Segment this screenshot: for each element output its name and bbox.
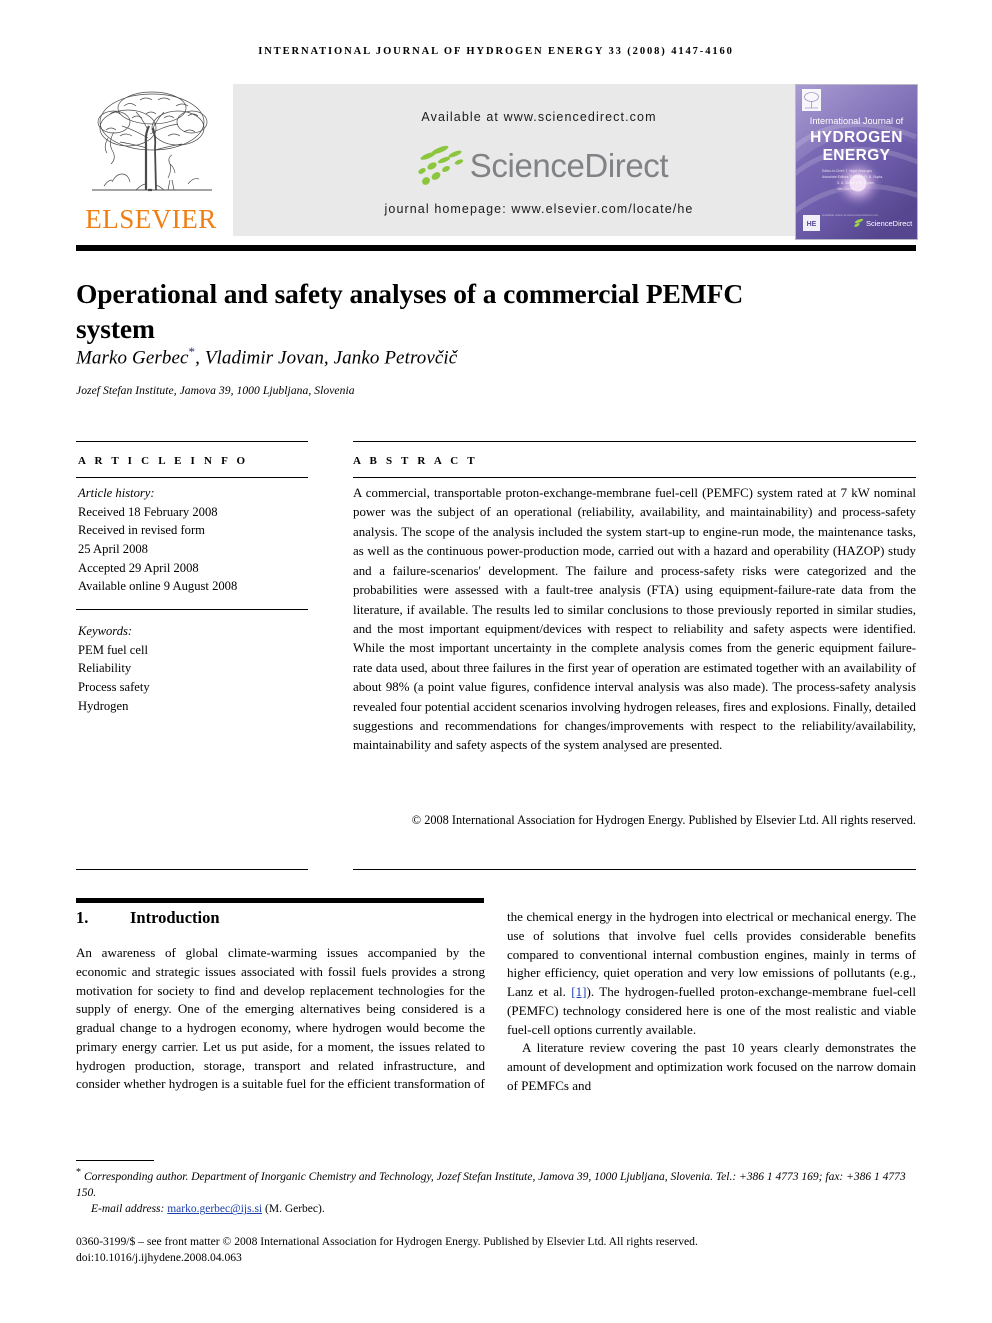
journal-cover-thumbnail: International Journal of HYDROGEN ENERGY… bbox=[795, 84, 918, 240]
article-history-block: Article history: Received 18 February 20… bbox=[78, 484, 308, 596]
section-heading-introduction: 1. Introduction bbox=[76, 908, 484, 928]
article-info-bottom-rule bbox=[76, 869, 308, 870]
sciencedirect-wordmark: ScienceDirect bbox=[469, 147, 669, 184]
imprint-block: 0360-3199/$ – see front matter © 2008 In… bbox=[76, 1234, 936, 1267]
author-names: Marko Gerbec bbox=[76, 347, 189, 369]
svg-text:International Journal of: International Journal of bbox=[810, 116, 904, 126]
svg-text:ENERGY: ENERGY bbox=[823, 147, 891, 164]
abstract-top-rule bbox=[353, 441, 916, 442]
svg-text:HE: HE bbox=[807, 221, 817, 228]
running-head: INTERNATIONAL JOURNAL OF HYDROGEN ENERGY… bbox=[258, 46, 734, 57]
elsevier-tree-icon bbox=[84, 86, 220, 204]
email-link[interactable]: marko.gerbec@ijs.si bbox=[167, 1203, 262, 1215]
history-item: 25 April 2008 bbox=[78, 541, 148, 556]
corresponding-author-text: Corresponding author. Department of Inor… bbox=[76, 1170, 906, 1200]
history-item: Received 18 February 2008 bbox=[78, 504, 218, 519]
asterisk-icon: * bbox=[76, 1167, 81, 1178]
svg-text:Jon-Chi Lin: Jon-Chi Lin bbox=[837, 187, 854, 191]
svg-text:S. A. Sherif, J. M. Ogden,: S. A. Sherif, J. M. Ogden, bbox=[837, 181, 875, 185]
svg-text:Available online at www.scienc: Available online at www.sciencedirect.co… bbox=[822, 213, 879, 217]
elsevier-logo: ELSEVIER bbox=[76, 84, 226, 239]
issn-line: 0360-3199/$ – see front matter © 2008 In… bbox=[76, 1235, 698, 1248]
paragraph: A literature review covering the past 10… bbox=[507, 1040, 916, 1094]
author-names-rest: , Vladimir Jovan, Janko Petrovčič bbox=[195, 347, 458, 369]
author-list: Marko Gerbec*, Vladimir Jovan, Janko Pet… bbox=[76, 344, 836, 369]
article-info-heading-rule bbox=[76, 477, 308, 478]
footnote-divider-rule bbox=[76, 1160, 154, 1161]
keyword-item: PEM fuel cell bbox=[78, 642, 148, 657]
section-number: 1. bbox=[76, 908, 89, 927]
abstract-heading: A B S T R A C T bbox=[353, 455, 478, 467]
keyword-item: Hydrogen bbox=[78, 698, 129, 713]
journal-homepage-text: journal homepage: www.elsevier.com/locat… bbox=[384, 202, 694, 216]
abstract-bottom-rule bbox=[353, 869, 916, 870]
abstract-copyright: © 2008 International Association for Hyd… bbox=[411, 813, 916, 827]
svg-text:Associate Editors: F. Barbir,: Associate Editors: F. Barbir, R. B. Gupt… bbox=[822, 175, 883, 179]
svg-text:HYDROGEN: HYDROGEN bbox=[810, 129, 903, 146]
abstract-text: A commercial, transportable proton-excha… bbox=[353, 486, 916, 753]
svg-text:ScienceDirect: ScienceDirect bbox=[866, 219, 913, 228]
history-item: Accepted 29 April 2008 bbox=[78, 560, 199, 575]
corresponding-author-footnote: * Corresponding author. Department of Ino… bbox=[76, 1166, 916, 1201]
elsevier-wordmark: ELSEVIER bbox=[85, 204, 217, 234]
masthead: ELSEVIER Available at www.sciencedirect.… bbox=[76, 84, 918, 240]
article-history-label: Article history: bbox=[78, 486, 155, 500]
masthead-bottom-rule bbox=[76, 245, 916, 251]
paragraph: the chemical energy in the hydrogen into… bbox=[507, 908, 916, 1039]
citation-link-1[interactable]: [1] bbox=[571, 984, 586, 999]
keywords-label: Keywords: bbox=[78, 624, 133, 638]
keyword-item: Process safety bbox=[78, 679, 150, 694]
sciencedirect-logo: ScienceDirect bbox=[233, 140, 845, 192]
affiliation: Jozef Stefan Institute, Jamova 39, 1000 … bbox=[76, 384, 355, 397]
page-title: Operational and safety analyses of a com… bbox=[76, 278, 744, 345]
body-column-left: An awareness of global climate-warming i… bbox=[76, 944, 485, 1094]
abstract-heading-rule bbox=[353, 477, 916, 478]
paragraph: An awareness of global climate-warming i… bbox=[76, 945, 485, 1092]
history-item: Received in revised form bbox=[78, 523, 205, 538]
footnotes-block: * Corresponding author. Department of Ino… bbox=[76, 1166, 916, 1218]
email-owner: (M. Gerbec). bbox=[265, 1203, 325, 1216]
keywords-top-rule bbox=[76, 609, 308, 610]
doi-line: doi:10.1016/j.ijhydene.2008.04.063 bbox=[76, 1251, 242, 1265]
history-item: Available online 9 August 2008 bbox=[78, 579, 238, 594]
introduction-top-rule bbox=[76, 898, 484, 903]
available-at-text: Available at www.sciencedirect.com bbox=[421, 110, 657, 124]
journal-article-page: INTERNATIONAL JOURNAL OF HYDROGEN ENERGY… bbox=[0, 0, 992, 1323]
email-footnote: E-mail address: marko.gerbec@ijs.si (M. … bbox=[76, 1201, 916, 1217]
email-label: E-mail address: bbox=[91, 1203, 165, 1216]
svg-text:Editor-in-Chief: T. Nejat Ve: Editor-in-Chief: T. Nejat Veziroglu bbox=[822, 169, 872, 173]
body-column-right: the chemical energy in the hydrogen into… bbox=[507, 908, 916, 1096]
article-info-heading: A R T I C L E I N F O bbox=[78, 455, 249, 467]
sciencedirect-leaves-icon bbox=[418, 145, 464, 185]
section-title: Introduction bbox=[130, 908, 220, 927]
sciencedirect-banner: Available at www.sciencedirect.com Scien… bbox=[233, 84, 845, 236]
article-info-top-rule bbox=[76, 441, 308, 442]
keywords-block: Keywords: PEM fuel cell Reliability Proc… bbox=[78, 622, 308, 715]
keyword-item: Reliability bbox=[78, 661, 132, 676]
